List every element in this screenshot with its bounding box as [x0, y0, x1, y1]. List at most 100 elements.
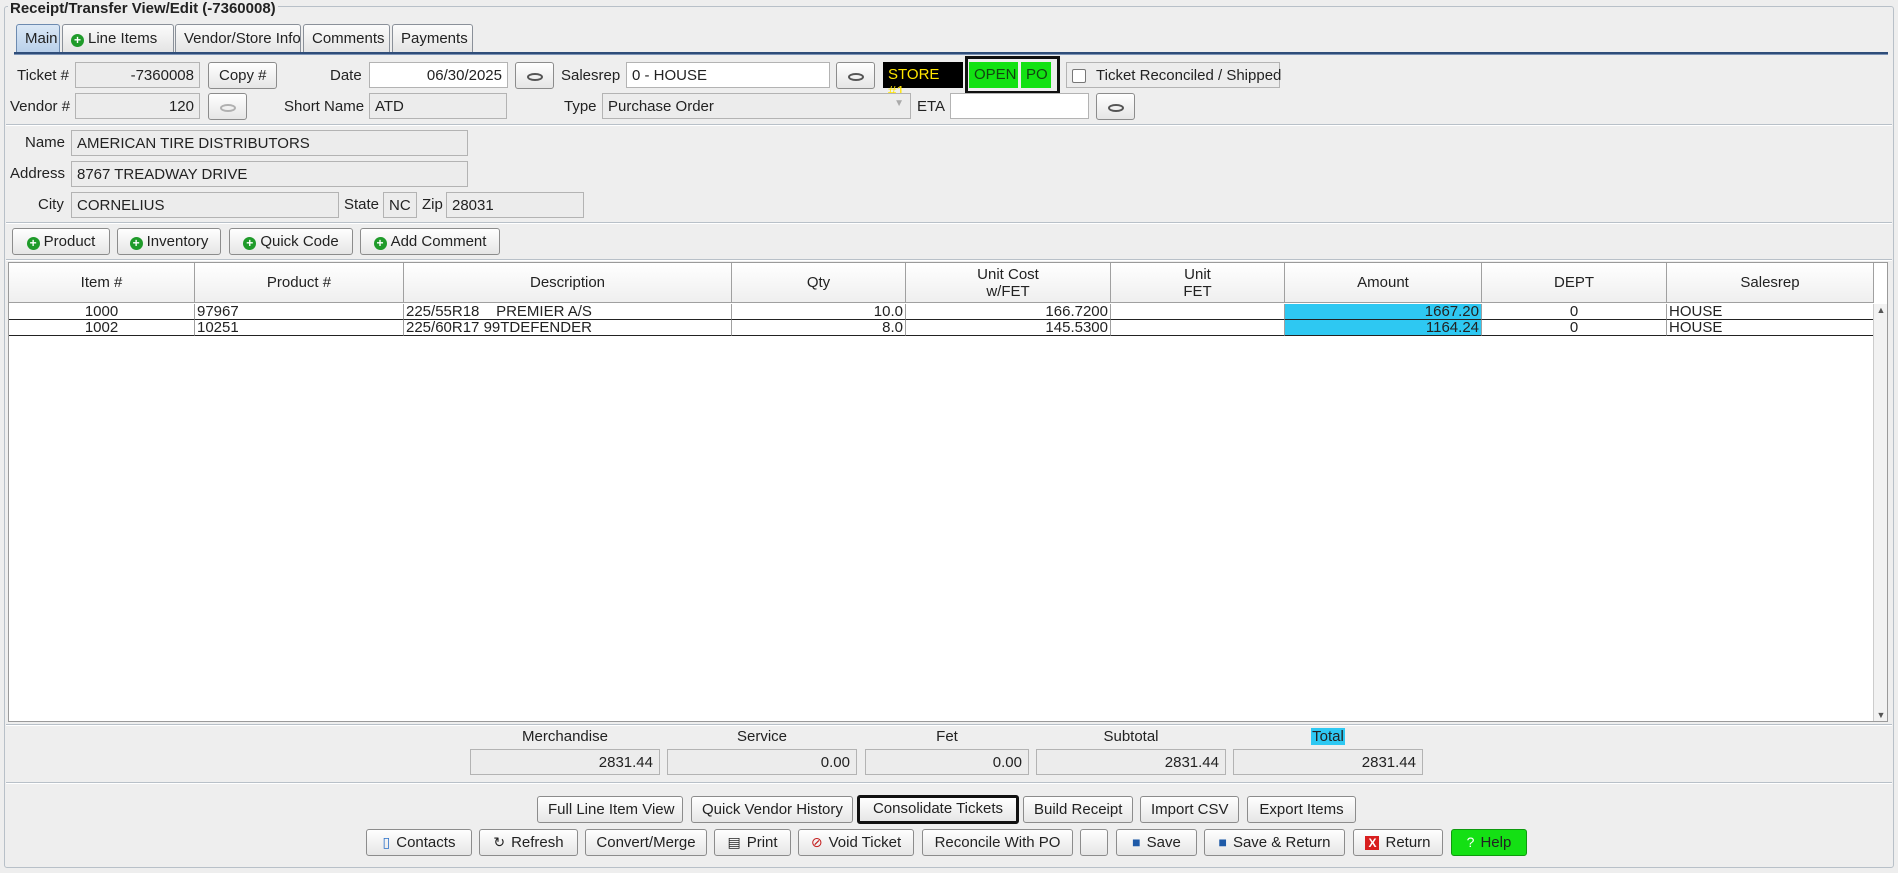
- prohibit-icon: ⊘: [810, 834, 823, 850]
- date-picker-button[interactable]: [515, 62, 554, 89]
- salesrep-lookup-button[interactable]: [836, 62, 875, 89]
- return-label: Return: [1385, 834, 1431, 851]
- name-label: Name: [25, 134, 66, 151]
- cell-description: 225/55R18 PREMIER A/S: [404, 304, 732, 320]
- phone-icon: ▯: [382, 834, 391, 850]
- tab-comments-label: Comments: [312, 30, 385, 47]
- tab-vendor-store-info[interactable]: Vendor/Store Info: [175, 24, 301, 52]
- plus-circle-icon: +: [71, 34, 84, 47]
- column-header-product[interactable]: Product #: [195, 263, 404, 303]
- line-items-table[interactable]: Item # Product # Description Qty Unit Co…: [8, 262, 1888, 722]
- address-label: Address: [10, 165, 66, 182]
- import-csv-button[interactable]: Import CSV: [1140, 796, 1239, 823]
- cell-unit-cost: 166.7200: [906, 304, 1111, 320]
- name-field: AMERICAN TIRE DISTRIBUTORS: [71, 130, 468, 156]
- lookup-icon: [526, 73, 543, 82]
- tab-line-items[interactable]: + Line Items: [62, 24, 174, 52]
- cell-salesrep: HOUSE: [1667, 304, 1874, 320]
- service-field: 0.00: [667, 749, 857, 775]
- tab-main[interactable]: Main: [16, 24, 60, 52]
- total-label-wrap: Total: [1233, 728, 1423, 745]
- contacts-button[interactable]: ▯ Contacts: [366, 829, 472, 856]
- table-scrollbar[interactable]: ▲ ▼: [1873, 304, 1887, 721]
- help-button[interactable]: ? Help: [1451, 829, 1527, 856]
- save-and-return-button[interactable]: ■ Save & Return: [1204, 829, 1345, 856]
- consolidate-tickets-button[interactable]: Consolidate Tickets: [857, 795, 1019, 824]
- column-header-amount[interactable]: Amount: [1285, 263, 1482, 303]
- zip-label: Zip: [422, 196, 443, 213]
- service-label: Service: [736, 728, 788, 745]
- tab-payments[interactable]: Payments: [392, 24, 473, 52]
- column-header-salesrep[interactable]: Salesrep: [1667, 263, 1874, 303]
- scroll-down-icon[interactable]: ▼: [1874, 710, 1887, 720]
- add-inventory-button[interactable]: + Inventory: [117, 228, 221, 255]
- column-header-unit-fet[interactable]: Unit FET: [1111, 263, 1285, 303]
- column-header-description[interactable]: Description: [404, 263, 732, 303]
- salesrep-field[interactable]: 0 - HOUSE: [626, 62, 830, 88]
- tab-comments[interactable]: Comments: [303, 24, 390, 52]
- cell-product: 97967: [195, 304, 404, 320]
- ticket-number-field: -7360008: [75, 62, 200, 88]
- add-comment-button[interactable]: + Add Comment: [360, 228, 500, 255]
- column-header-dept[interactable]: DEPT: [1482, 263, 1667, 303]
- column-header-item[interactable]: Item #: [9, 263, 195, 303]
- type-label: Type: [564, 98, 597, 115]
- lookup-icon: [847, 73, 864, 82]
- export-items-button[interactable]: Export Items: [1247, 796, 1356, 823]
- void-ticket-button[interactable]: ⊘ Void Ticket: [798, 829, 914, 856]
- city-label: City: [38, 196, 64, 213]
- refresh-button[interactable]: ↻ Refresh: [479, 829, 578, 856]
- state-field: NC: [383, 192, 417, 218]
- tab-line-items-label: Line Items: [88, 30, 158, 47]
- cell-item: 1000: [9, 304, 195, 320]
- date-label: Date: [330, 67, 362, 84]
- scroll-up-icon[interactable]: ▲: [1874, 305, 1887, 315]
- help-label: Help: [1480, 834, 1512, 851]
- reconcile-with-po-button[interactable]: Reconcile With PO: [922, 829, 1073, 856]
- eta-label: ETA: [917, 98, 946, 115]
- table-row[interactable]: 1002 10251 225/60R17 99TDEFENDER 8.0 145…: [9, 320, 1874, 336]
- plus-circle-icon: +: [373, 237, 387, 250]
- reconciled-checkbox-group[interactable]: Ticket Reconciled / Shipped: [1066, 62, 1281, 88]
- ticket-label: Ticket #: [17, 67, 69, 84]
- blank-button[interactable]: [1080, 829, 1108, 856]
- full-line-item-view-button[interactable]: Full Line Item View: [537, 796, 683, 823]
- section-divider: [6, 782, 1892, 784]
- print-button[interactable]: ▤ Print: [714, 829, 791, 856]
- short-name-label: Short Name: [284, 98, 365, 115]
- date-field[interactable]: 06/30/2025: [369, 62, 508, 88]
- add-comment-label: Add Comment: [390, 233, 487, 250]
- quick-vendor-history-button[interactable]: Quick Vendor History: [691, 796, 853, 823]
- cell-amount: 1667.20: [1285, 304, 1482, 320]
- cell-unit-cost: 145.5300: [906, 320, 1111, 336]
- add-product-label: Product: [43, 233, 96, 250]
- reconciled-checkbox[interactable]: [1072, 69, 1086, 83]
- chevron-down-icon: ▼: [894, 98, 904, 109]
- add-quick-code-button[interactable]: + Quick Code: [229, 228, 353, 255]
- add-inventory-label: Inventory: [146, 233, 209, 250]
- type-select[interactable]: Purchase Order ▼: [602, 93, 911, 119]
- save-button[interactable]: ■ Save: [1116, 829, 1197, 856]
- return-button[interactable]: X Return: [1353, 829, 1443, 856]
- city-field: CORNELIUS: [71, 192, 339, 218]
- vendor-lookup-button[interactable]: [208, 93, 247, 120]
- fet-field: 0.00: [865, 749, 1029, 775]
- plus-circle-icon: +: [243, 237, 257, 250]
- column-header-qty[interactable]: Qty: [732, 263, 906, 303]
- tab-vendor-store-info-label: Vendor/Store Info: [184, 30, 301, 47]
- floppy-disk-icon: ■: [1132, 834, 1141, 850]
- plus-circle-icon: +: [26, 237, 40, 250]
- cell-dept: 0: [1482, 304, 1667, 320]
- convert-merge-button[interactable]: Convert/Merge: [585, 829, 707, 856]
- eta-field[interactable]: [950, 93, 1089, 119]
- type-badge: PO: [1021, 62, 1051, 88]
- eta-picker-button[interactable]: [1096, 93, 1135, 120]
- copy-number-button[interactable]: Copy #: [208, 62, 277, 89]
- add-product-button[interactable]: + Product: [12, 228, 110, 255]
- column-header-unit-cost[interactable]: Unit Cost w/FET: [906, 263, 1111, 303]
- cell-qty: 8.0: [732, 320, 906, 336]
- cell-salesrep: HOUSE: [1667, 320, 1874, 336]
- build-receipt-button[interactable]: Build Receipt: [1023, 796, 1133, 823]
- zip-field: 28031: [446, 192, 584, 218]
- table-row[interactable]: 1000 97967 225/55R18 PREMIER A/S 10.0 16…: [9, 304, 1874, 320]
